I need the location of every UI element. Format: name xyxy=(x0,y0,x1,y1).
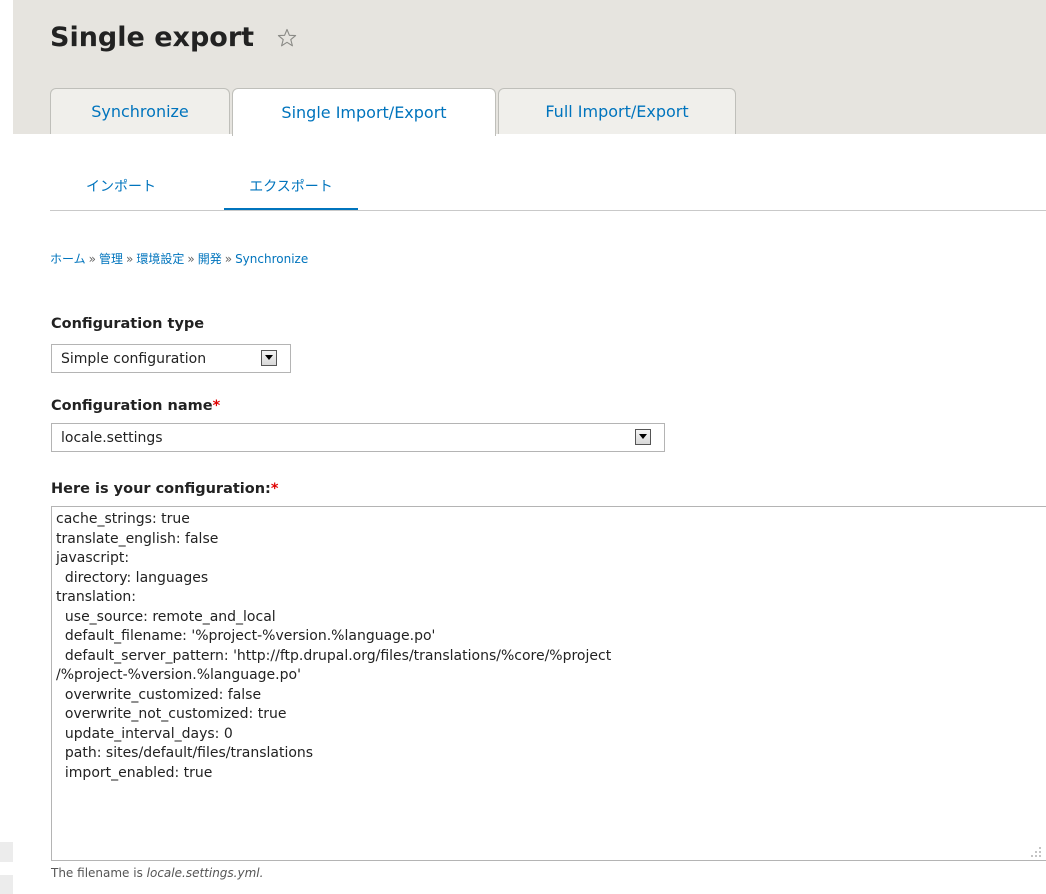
config-type-value: Simple configuration xyxy=(61,350,207,367)
filename-prefix: The filename is xyxy=(51,866,147,880)
breadcrumb-separator: » xyxy=(224,252,233,266)
required-marker: * xyxy=(270,481,279,497)
config-type-select[interactable]: Simple configuration xyxy=(51,344,291,373)
breadcrumb-synchronize[interactable]: Synchronize xyxy=(235,252,308,266)
required-marker: * xyxy=(212,398,221,414)
tab-synchronize[interactable]: Synchronize xyxy=(50,88,230,134)
tab-single-import-export[interactable]: Single Import/Export xyxy=(232,88,496,136)
filename-value: locale.settings.yml. xyxy=(146,866,264,880)
breadcrumb: ホーム» 管理» 環境設定» 開発» Synchronize xyxy=(50,250,308,267)
config-textarea[interactable]: cache_strings: true translate_english: f… xyxy=(51,506,1046,861)
breadcrumb-separator: » xyxy=(187,252,195,266)
dropdown-arrow-icon[interactable] xyxy=(635,429,651,445)
filename-description: The filename is locale.settings.yml. xyxy=(51,866,263,880)
breadcrumb-home[interactable]: ホーム xyxy=(50,252,86,266)
star-outline-icon[interactable] xyxy=(276,27,298,49)
breadcrumb-admin[interactable]: 管理 xyxy=(99,252,123,266)
config-text-label: Here is your configuration:* xyxy=(51,481,278,497)
config-name-value: locale.settings xyxy=(61,429,163,446)
left-edge-fragment xyxy=(0,875,13,894)
page-title: Single export xyxy=(50,22,255,53)
breadcrumb-development[interactable]: 開発 xyxy=(198,252,222,266)
breadcrumb-separator: » xyxy=(126,252,134,266)
dropdown-arrow-icon[interactable] xyxy=(261,350,277,366)
page-header: Single export Synchronize Single Import/… xyxy=(0,0,1046,136)
config-type-label: Configuration type xyxy=(51,316,205,332)
config-name-label-text: Configuration name xyxy=(51,398,213,414)
config-name-label: Configuration name* xyxy=(51,398,220,414)
breadcrumb-config[interactable]: 環境設定 xyxy=(136,252,184,266)
tab-full-import-export[interactable]: Full Import/Export xyxy=(498,88,736,134)
tab-export[interactable]: エクスポート xyxy=(224,166,358,210)
secondary-tabs: インポート エクスポート xyxy=(50,166,1046,211)
config-text-label-text: Here is your configuration: xyxy=(51,481,271,497)
tab-import[interactable]: インポート xyxy=(66,166,176,210)
header-edge xyxy=(0,0,13,134)
left-edge-fragment xyxy=(0,842,13,862)
breadcrumb-separator: » xyxy=(88,252,96,266)
config-name-select[interactable]: locale.settings xyxy=(51,423,665,452)
resize-grip-icon[interactable] xyxy=(1030,843,1042,857)
